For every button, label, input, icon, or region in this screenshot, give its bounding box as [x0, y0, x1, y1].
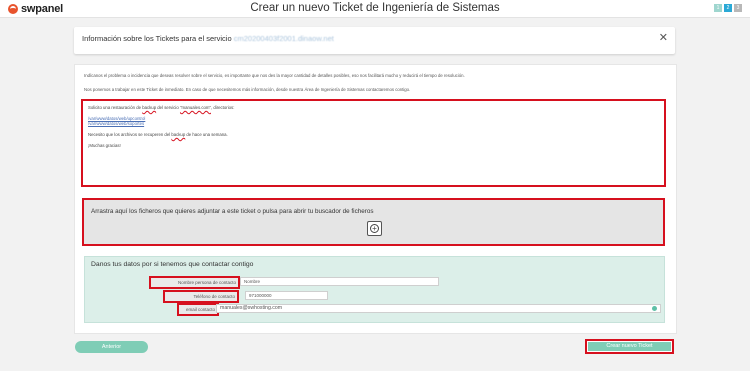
info-service-name: cm20200403f2001.dinaow.net: [233, 34, 334, 43]
ticket-line-3-post: de hace una semana.: [185, 132, 228, 137]
contact-section: Danos tus datos por si tenemos que conta…: [84, 256, 665, 323]
ticket-line-1-pre: Solicito una restauración de: [88, 105, 143, 110]
create-ticket-button[interactable]: Crear nuevo Ticket: [588, 342, 671, 351]
step-2: 2: [724, 4, 732, 12]
contact-email-input[interactable]: manuales@swhosting.com: [216, 304, 661, 313]
ticket-line-1-service: "manuales.com": [179, 105, 211, 110]
ticket-paths: /var/www/datos/web/upcontrol /var/www/da…: [88, 116, 659, 126]
ticket-description-textarea[interactable]: Solicito una restauración de backup del …: [81, 99, 666, 187]
info-title-text: Información sobre los Tickets para el se…: [82, 34, 232, 43]
top-bar: swpanel Crear un nuevo Ticket de Ingenie…: [0, 0, 750, 18]
create-ticket-highlight: Crear nuevo Ticket: [585, 339, 674, 354]
email-valid-icon: [652, 306, 657, 311]
step-1: 1: [714, 4, 722, 12]
ticket-line-3: Necesito que los archivos se recuperen d…: [88, 132, 659, 137]
ticket-line-1-post: , directorios:: [210, 105, 235, 110]
previous-button[interactable]: Anterior: [75, 341, 148, 353]
contact-email-label: email contacto: [177, 303, 219, 316]
contact-title: Danos tus datos por si tenemos que conta…: [91, 261, 254, 268]
step-indicator: 1 2 3: [714, 4, 742, 12]
file-dropzone[interactable]: Arrastra aquí los ficheros que quieres a…: [82, 198, 665, 246]
info-title: Información sobre los Tickets para el se…: [82, 34, 334, 43]
dropzone-text: Arrastra aquí los ficheros que quieres a…: [91, 208, 374, 215]
contact-name-input[interactable]: Nombre: [240, 277, 439, 286]
ticket-line-1: Solicito una restauración de backup del …: [88, 105, 659, 110]
add-file-button[interactable]: +: [367, 221, 382, 236]
contact-name-label: Nombre persona de contacto: [149, 276, 240, 289]
contact-phone-label: Teléfono de contacto: [163, 290, 239, 303]
intro-text-1: Indícanos el problema o incidencia que d…: [84, 73, 465, 78]
ticket-line-1-mid: del servicio: [156, 105, 180, 110]
service-info-box: Información sobre los Tickets para el se…: [74, 27, 675, 54]
ticket-path-2: /var/www/datos/web/soportes: [88, 121, 145, 126]
ticket-line-3-word: backup: [171, 132, 186, 137]
ticket-line-3-pre: Necesito que los archivos se recuperen d…: [88, 132, 172, 137]
close-icon[interactable]: ✕: [659, 31, 668, 44]
page-title: Crear un nuevo Ticket de Ingeniería de S…: [250, 2, 500, 14]
plus-icon: +: [372, 224, 377, 233]
ticket-thanks: ¡Muchas gracias!: [88, 143, 121, 148]
contact-phone-input[interactable]: 971000000: [245, 291, 328, 300]
intro-text-2: Nos ponemos a trabajar en este Ticket de…: [84, 87, 411, 92]
ticket-line-1-word: backup: [142, 105, 157, 110]
step-3: 3: [734, 4, 742, 12]
